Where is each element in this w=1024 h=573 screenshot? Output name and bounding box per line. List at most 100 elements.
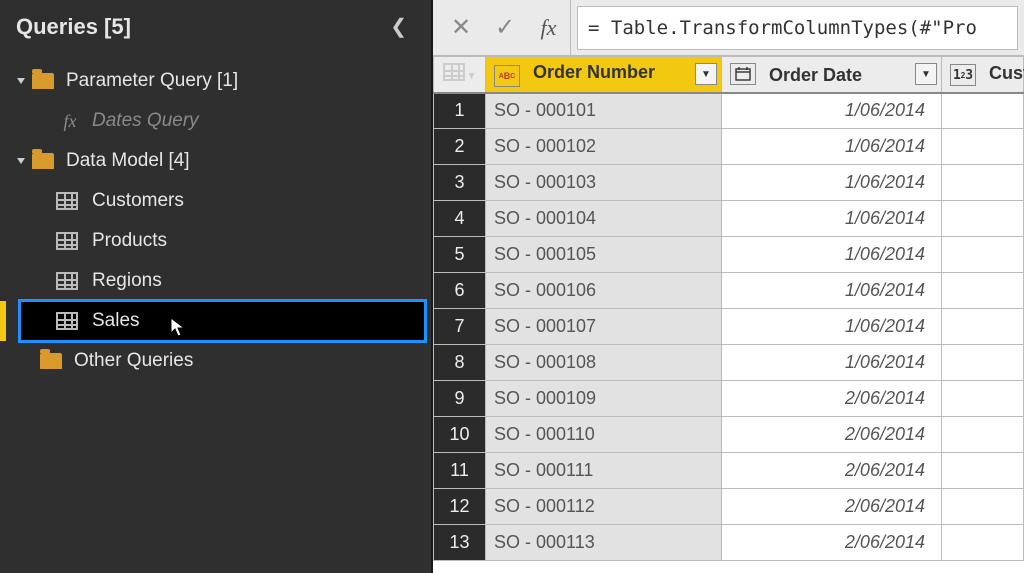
cell-order-number[interactable]: SO - 000111 — [486, 453, 722, 489]
cell-customer[interactable] — [942, 489, 1024, 525]
cell-customer[interactable] — [942, 93, 1024, 129]
query-label: Customers — [92, 190, 184, 212]
text-type-icon: ABC — [494, 65, 520, 87]
formula-input[interactable]: = Table.TransformColumnTypes(#"Pro — [577, 6, 1018, 50]
caret-icon — [17, 78, 25, 84]
cell-order-number[interactable]: SO - 000104 — [486, 201, 722, 237]
cell-order-date[interactable]: 2/06/2014 — [722, 417, 942, 453]
cell-customer[interactable] — [942, 129, 1024, 165]
folder-parameter-query[interactable]: Parameter Query [1] — [0, 61, 431, 101]
cell-order-number[interactable]: SO - 000101 — [486, 93, 722, 129]
cell-order-number[interactable]: SO - 000102 — [486, 129, 722, 165]
table-row[interactable]: 1SO - 0001011/06/2014 — [434, 93, 1024, 129]
folder-icon — [32, 73, 54, 89]
folder-other-queries[interactable]: Other Queries — [0, 341, 431, 381]
cell-order-date[interactable]: 1/06/2014 — [722, 93, 942, 129]
cell-customer[interactable] — [942, 201, 1024, 237]
cell-customer[interactable] — [942, 165, 1024, 201]
collapse-sidebar-button[interactable]: ❮ — [382, 10, 415, 43]
column-header-order-date[interactable]: Order Date ▼ — [722, 57, 942, 93]
cell-order-number[interactable]: SO - 000108 — [486, 345, 722, 381]
cell-order-number[interactable]: SO - 000107 — [486, 309, 722, 345]
table-row[interactable]: 10SO - 0001102/06/2014 — [434, 417, 1024, 453]
sidebar-header: Queries [5] ❮ — [0, 0, 431, 57]
cell-order-number[interactable]: SO - 000103 — [486, 165, 722, 201]
accept-formula-button[interactable]: ✓ — [483, 6, 527, 50]
query-customers[interactable]: Customers — [0, 181, 431, 221]
folder-label: Data Model [4] — [66, 150, 190, 172]
cell-order-date[interactable]: 1/06/2014 — [722, 273, 942, 309]
cell-customer[interactable] — [942, 273, 1024, 309]
column-header-order-number[interactable]: ABC Order Number ▼ — [486, 57, 722, 93]
folder-label: Other Queries — [74, 350, 193, 372]
cell-order-number[interactable]: SO - 000106 — [486, 273, 722, 309]
query-regions[interactable]: Regions — [0, 261, 431, 301]
row-index-cell[interactable]: 7 — [434, 309, 486, 345]
sidebar-title: Queries [5] — [16, 14, 131, 40]
cell-order-date[interactable]: 1/06/2014 — [722, 309, 942, 345]
query-products[interactable]: Products — [0, 221, 431, 261]
filter-dropdown-button[interactable]: ▼ — [695, 63, 717, 85]
select-all-cell[interactable]: ▼ — [434, 57, 486, 93]
folder-data-model[interactable]: Data Model [4] — [0, 141, 431, 181]
function-icon: fx — [56, 111, 84, 132]
table-row[interactable]: 12SO - 0001122/06/2014 — [434, 489, 1024, 525]
cell-order-number[interactable]: SO - 000110 — [486, 417, 722, 453]
cell-order-date[interactable]: 1/06/2014 — [722, 165, 942, 201]
filter-dropdown-button[interactable]: ▼ — [915, 63, 937, 85]
row-index-cell[interactable]: 13 — [434, 525, 486, 561]
column-label: Custome — [989, 63, 1024, 83]
cell-order-date[interactable]: 2/06/2014 — [722, 525, 942, 561]
row-index-cell[interactable]: 3 — [434, 165, 486, 201]
row-index-cell[interactable]: 6 — [434, 273, 486, 309]
cell-order-number[interactable]: SO - 000112 — [486, 489, 722, 525]
folder-label: Parameter Query [1] — [66, 70, 238, 92]
table-row[interactable]: 8SO - 0001081/06/2014 — [434, 345, 1024, 381]
row-index-cell[interactable]: 5 — [434, 237, 486, 273]
cell-order-date[interactable]: 1/06/2014 — [722, 129, 942, 165]
cell-order-number[interactable]: SO - 000105 — [486, 237, 722, 273]
cell-customer[interactable] — [942, 237, 1024, 273]
row-index-cell[interactable]: 11 — [434, 453, 486, 489]
column-label: Order Date — [769, 65, 862, 85]
table-row[interactable]: 5SO - 0001051/06/2014 — [434, 237, 1024, 273]
cell-customer[interactable] — [942, 417, 1024, 453]
table-icon — [56, 232, 78, 250]
table-row[interactable]: 2SO - 0001021/06/2014 — [434, 129, 1024, 165]
row-index-cell[interactable]: 8 — [434, 345, 486, 381]
cell-customer[interactable] — [942, 309, 1024, 345]
table-row[interactable]: 3SO - 0001031/06/2014 — [434, 165, 1024, 201]
row-index-cell[interactable]: 9 — [434, 381, 486, 417]
cell-order-number[interactable]: SO - 000109 — [486, 381, 722, 417]
table-row[interactable]: 13SO - 0001132/06/2014 — [434, 525, 1024, 561]
row-index-cell[interactable]: 4 — [434, 201, 486, 237]
column-header-customer[interactable]: 123 Custome — [942, 57, 1024, 93]
table-row[interactable]: 9SO - 0001092/06/2014 — [434, 381, 1024, 417]
row-index-cell[interactable]: 2 — [434, 129, 486, 165]
cell-order-date[interactable]: 2/06/2014 — [722, 453, 942, 489]
table-row[interactable]: 7SO - 0001071/06/2014 — [434, 309, 1024, 345]
row-index-cell[interactable]: 10 — [434, 417, 486, 453]
table-row[interactable]: 6SO - 0001061/06/2014 — [434, 273, 1024, 309]
table-row[interactable]: 4SO - 0001041/06/2014 — [434, 201, 1024, 237]
table-row[interactable]: 11SO - 0001112/06/2014 — [434, 453, 1024, 489]
cell-order-date[interactable]: 2/06/2014 — [722, 381, 942, 417]
cancel-formula-button[interactable]: ✕ — [439, 6, 483, 50]
query-sales[interactable]: Sales — [20, 301, 425, 341]
query-dates-query[interactable]: fx Dates Query — [0, 101, 431, 141]
cell-customer[interactable] — [942, 345, 1024, 381]
cell-customer[interactable] — [942, 525, 1024, 561]
row-index-cell[interactable]: 12 — [434, 489, 486, 525]
data-table-container: ▼ ABC Order Number ▼ Order Date ▼ — [433, 56, 1024, 573]
cell-order-number[interactable]: SO - 000113 — [486, 525, 722, 561]
table-icon — [443, 63, 465, 81]
cell-order-date[interactable]: 1/06/2014 — [722, 201, 942, 237]
row-index-cell[interactable]: 1 — [434, 93, 486, 129]
query-label: Sales — [92, 310, 140, 332]
cell-order-date[interactable]: 1/06/2014 — [722, 237, 942, 273]
cell-order-date[interactable]: 1/06/2014 — [722, 345, 942, 381]
query-label: Products — [92, 230, 167, 252]
cell-order-date[interactable]: 2/06/2014 — [722, 489, 942, 525]
cell-customer[interactable] — [942, 453, 1024, 489]
cell-customer[interactable] — [942, 381, 1024, 417]
